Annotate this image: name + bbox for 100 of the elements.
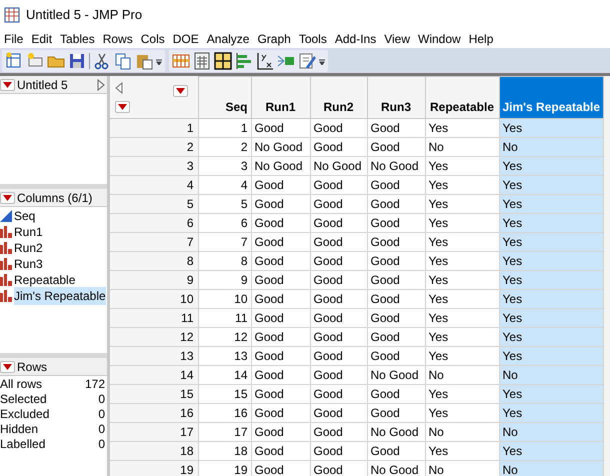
table-cell: Good — [251, 346, 310, 366]
menu-item[interactable]: File — [0, 30, 28, 48]
row-number[interactable]: 13 — [110, 346, 198, 366]
table-cell: No Good — [367, 422, 425, 442]
new-script-icon[interactable] — [26, 52, 44, 70]
column-list-item[interactable]: Run2 — [14, 239, 43, 257]
data-table-icon[interactable] — [172, 52, 190, 70]
table-cell: 7 — [198, 232, 251, 252]
axis-icon[interactable] — [256, 52, 274, 70]
rows-menu-icon[interactable] — [115, 101, 130, 113]
table-cell: No — [499, 138, 604, 156]
row-number[interactable]: 16 — [110, 404, 198, 422]
column-list-item[interactable]: Seq — [14, 207, 36, 225]
table-cell: Yes — [499, 118, 604, 138]
table-cell: Good — [310, 214, 367, 232]
overflow-icon[interactable] — [156, 56, 162, 64]
table-cell: Yes — [425, 214, 499, 232]
stat-value: 0 — [98, 436, 105, 452]
table-cell: No — [499, 460, 604, 476]
table-cell: 14 — [198, 366, 251, 384]
row-number[interactable]: 6 — [110, 214, 198, 232]
column-header[interactable]: Jim's Repeatable — [499, 76, 604, 118]
stat-label: Excluded — [0, 406, 50, 422]
table-cell: Good — [367, 290, 425, 308]
table-cell: Good — [310, 176, 367, 194]
row-number[interactable]: 19 — [110, 460, 198, 476]
menu-item[interactable]: Edit — [27, 30, 56, 48]
column-header[interactable]: Run1 — [251, 76, 310, 118]
grid-icon[interactable] — [214, 52, 232, 70]
calculator-icon[interactable] — [193, 52, 211, 70]
table-cell: 3 — [198, 156, 251, 176]
column-header[interactable]: Run3 — [367, 76, 425, 118]
dropdown-icon[interactable] — [0, 192, 15, 204]
dropdown-icon[interactable] — [0, 360, 15, 372]
column-list-item[interactable]: Jim's Repeatable — [14, 287, 106, 305]
row-number[interactable]: 10 — [110, 290, 198, 308]
menu-item[interactable]: Graph — [253, 30, 295, 48]
left-arrow-icon[interactable] — [115, 82, 123, 94]
collapse-icon[interactable] — [97, 78, 105, 90]
bar-chart-icon[interactable] — [235, 52, 253, 70]
menu-item[interactable]: Help — [464, 30, 498, 48]
table-cell: Good — [367, 308, 425, 328]
menu-item[interactable]: DOE — [168, 30, 203, 48]
overflow-icon[interactable] — [319, 56, 325, 64]
table-cell: Yes — [499, 290, 604, 308]
table-cell: 4 — [198, 176, 251, 194]
table-cell: Good — [367, 442, 425, 460]
table-cell: No — [425, 422, 499, 442]
table-cell: 15 — [198, 384, 251, 404]
table-cell: Yes — [425, 118, 499, 138]
stat-label: All rows — [0, 376, 42, 392]
menu-item[interactable]: Tools — [294, 30, 331, 48]
row-number[interactable]: 4 — [110, 176, 198, 194]
rows-title: Rows — [17, 358, 48, 376]
row-number[interactable]: 14 — [110, 366, 198, 384]
column-list-item[interactable]: Run1 — [14, 223, 43, 241]
row-number[interactable]: 15 — [110, 384, 198, 404]
row-number[interactable]: 2 — [110, 138, 198, 156]
row-number[interactable]: 1 — [110, 118, 198, 138]
new-table-icon[interactable] — [5, 52, 23, 70]
table-cell: Good — [310, 404, 367, 422]
scissors-icon[interactable] — [93, 52, 111, 70]
row-number[interactable]: 12 — [110, 328, 198, 346]
table-cell: 11 — [198, 308, 251, 328]
menu-item[interactable]: Add-Ins — [330, 30, 380, 48]
row-number[interactable]: 3 — [110, 156, 198, 176]
table-cell: Good — [310, 422, 367, 442]
table-cell: Good — [310, 328, 367, 346]
menu-item[interactable]: Window — [414, 30, 465, 48]
copy-icon[interactable] — [114, 52, 132, 70]
row-number[interactable]: 7 — [110, 232, 198, 252]
table-cell: 2 — [198, 138, 251, 156]
row-number[interactable]: 17 — [110, 422, 198, 442]
save-icon[interactable] — [68, 52, 86, 70]
column-list-item[interactable]: Run3 — [14, 255, 43, 273]
column-header[interactable]: Run2 — [310, 76, 367, 118]
table-cell: Good — [310, 138, 367, 156]
column-header[interactable]: Repeatable — [425, 76, 499, 118]
menu-item[interactable]: Tables — [56, 30, 99, 48]
edit-icon[interactable] — [298, 52, 316, 70]
column-list-item[interactable]: Repeatable — [14, 271, 76, 289]
menu-item[interactable]: Cols — [136, 30, 169, 48]
table-cell: Good — [367, 384, 425, 404]
table-cell: Yes — [499, 214, 604, 232]
row-number[interactable]: 9 — [110, 270, 198, 290]
row-number[interactable]: 8 — [110, 252, 198, 270]
menu-item[interactable]: View — [380, 30, 414, 48]
table-cell: Yes — [425, 404, 499, 422]
columns-menu-icon[interactable] — [172, 84, 188, 96]
column-header[interactable]: Seq — [198, 76, 251, 118]
table-cell: 19 — [198, 460, 251, 476]
menu-item[interactable]: Analyze — [202, 30, 254, 48]
row-number[interactable]: 11 — [110, 308, 198, 328]
row-number[interactable]: 18 — [110, 442, 198, 460]
dropdown-icon[interactable] — [0, 78, 15, 90]
row-number[interactable]: 5 — [110, 194, 198, 214]
stat-label: Labelled — [0, 436, 46, 452]
menu-item[interactable]: Rows — [98, 30, 137, 48]
stat-value: 0 — [98, 390, 105, 408]
table-cell: Good — [310, 232, 367, 252]
